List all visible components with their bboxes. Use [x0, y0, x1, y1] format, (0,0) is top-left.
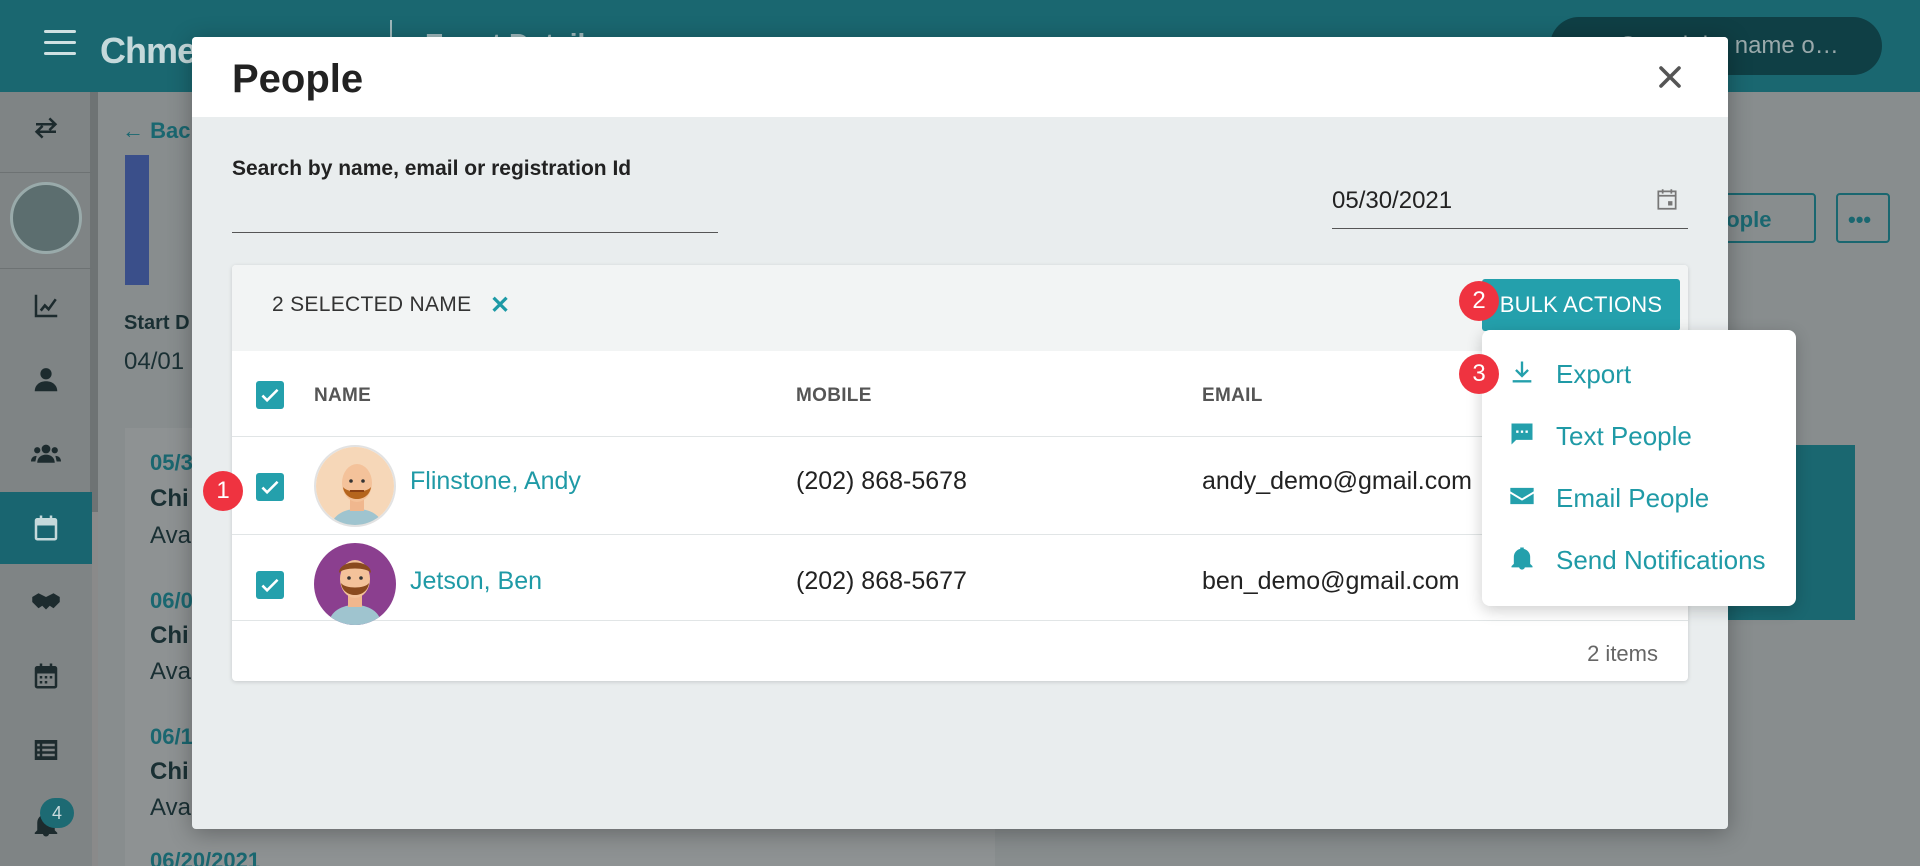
list-sub-1: Ava [150, 522, 191, 549]
schedule-icon[interactable] [0, 640, 92, 712]
more-options-button[interactable]: ••• [1836, 193, 1890, 243]
bulk-actions-button[interactable]: BULK ACTIONS [1482, 279, 1680, 331]
avatar [314, 543, 396, 625]
list-date-3: 06/1 [150, 724, 193, 749]
search-input[interactable] [232, 195, 718, 233]
message-icon [1508, 420, 1536, 448]
column-header-email[interactable]: EMAIL [1202, 385, 1263, 407]
menu-item-label: Email People [1556, 483, 1710, 513]
column-header-name[interactable]: NAME [314, 385, 371, 407]
menu-item-text-people[interactable]: Text People [1482, 404, 1796, 464]
start-date-value: 04/01 [124, 348, 185, 375]
email-cell: ben_demo@gmail.com [1202, 567, 1460, 595]
list-date-2: 06/0 [150, 588, 193, 613]
list-date-1: 05/3 [150, 450, 193, 475]
menu-item-send-notifications[interactable]: Send Notifications [1482, 528, 1796, 588]
menu-item-label: Send Notifications [1556, 545, 1766, 575]
close-icon[interactable] [1652, 59, 1688, 95]
avatar [314, 445, 396, 527]
menu-item-email-people[interactable]: Email People [1482, 466, 1796, 526]
person-icon[interactable] [0, 344, 92, 416]
list-icon[interactable] [0, 714, 92, 786]
calendar-icon[interactable] [0, 492, 92, 564]
switch-icon[interactable] [0, 92, 92, 164]
list-title-1: Chi [150, 485, 189, 512]
search-label: Search by name, email or registration Id [232, 157, 632, 180]
handshake-icon[interactable] [0, 566, 92, 638]
clear-selection-icon[interactable]: ✕ [490, 291, 510, 320]
event-color-bar [125, 155, 149, 285]
step-marker-3: 3 [1459, 354, 1499, 394]
people-table: 2 SELECTED NAME ✕ BULK ACTIONS NAME MOBI… [232, 265, 1688, 681]
mobile-cell: (202) 868-5677 [796, 567, 967, 595]
back-link[interactable]: ← Back [122, 118, 203, 144]
left-nav [0, 92, 98, 866]
modal-header: People [192, 37, 1728, 117]
step-marker-2: 2 [1459, 281, 1499, 321]
list-sub-3: Ava [150, 794, 191, 821]
table-footer: 2 items [232, 621, 1688, 681]
list-date-4: 06/20/2021 [150, 848, 261, 866]
menu-icon[interactable] [44, 30, 76, 56]
notification-badge: 4 [40, 798, 74, 828]
download-icon [1508, 358, 1536, 386]
menu-item-label: Export [1556, 359, 1632, 389]
chart-icon[interactable] [0, 270, 92, 342]
column-header-mobile[interactable]: MOBILE [796, 385, 872, 407]
bell-icon [1508, 544, 1536, 572]
table-row[interactable]: Jetson, Ben (202) 868-5677 ben_demo@gmai… [232, 535, 1688, 625]
date-field[interactable]: 05/30/2021 [1332, 177, 1688, 229]
row-checkbox[interactable] [256, 473, 284, 501]
list-title-2: Chi [150, 622, 189, 649]
start-date-label: Start D [124, 312, 190, 334]
list-sub-2: Ava [150, 658, 191, 685]
group-icon[interactable] [0, 418, 92, 490]
selected-count: 2 SELECTED NAME [272, 293, 472, 316]
step-marker-1: 1 [203, 471, 243, 511]
items-count: 2 items [1587, 641, 1658, 666]
app-brand: Chme [100, 30, 197, 71]
modal-title: People [232, 57, 364, 101]
row-checkbox[interactable] [256, 571, 284, 599]
envelope-icon [1508, 482, 1536, 510]
table-row[interactable]: Flinstone, Andy (202) 868-5678 andy_demo… [232, 437, 1688, 535]
person-name-link[interactable]: Flinstone, Andy [410, 467, 581, 496]
mobile-cell: (202) 868-5678 [796, 467, 967, 495]
menu-item-export[interactable]: Export [1482, 342, 1796, 402]
list-title-3: Chi [150, 758, 189, 785]
bulk-actions-menu: Export Text People Email People Send Not… [1482, 330, 1796, 606]
menu-item-label: Text People [1556, 421, 1692, 451]
email-cell: andy_demo@gmail.com [1202, 467, 1472, 495]
person-name-link[interactable]: Jetson, Ben [410, 567, 542, 596]
calendar-picker-icon[interactable] [1654, 185, 1680, 213]
user-avatar[interactable] [10, 182, 82, 254]
date-value: 05/30/2021 [1332, 187, 1453, 214]
select-all-checkbox[interactable] [256, 381, 284, 409]
